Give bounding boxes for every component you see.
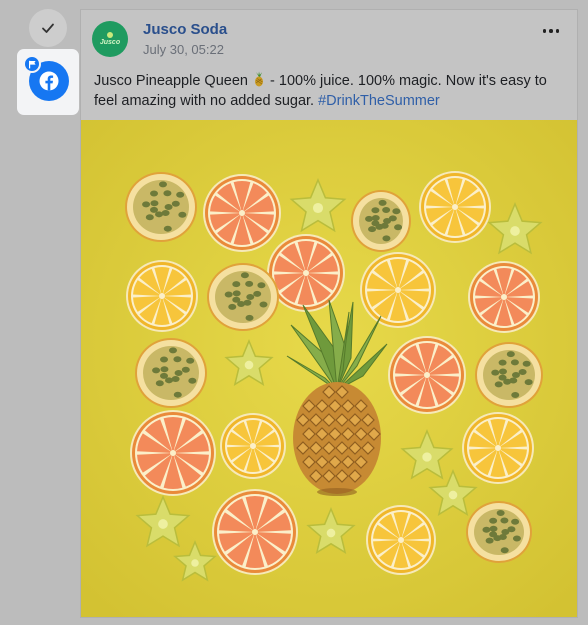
hashtag-link[interactable]: #DrinkTheSummer <box>318 93 440 109</box>
lemon-slice <box>126 260 198 332</box>
avatar-logo-text: Jusco <box>99 38 121 46</box>
passionfruit-slice <box>125 172 197 242</box>
more-dot <box>549 29 553 33</box>
more-options-icon <box>542 29 547 33</box>
lemon-slice <box>419 171 491 243</box>
pineapple-emoji-icon <box>255 71 263 87</box>
post-preview-screen: Jusco Jusco Soda July 30, 05:22 Jusco Pi… <box>0 0 588 625</box>
passionfruit-slice <box>475 342 543 408</box>
orange-slice <box>388 336 466 414</box>
avatar[interactable]: Jusco <box>92 21 128 57</box>
orange-slice <box>468 261 540 333</box>
lemon-slice <box>462 412 534 484</box>
post-image[interactable] <box>81 120 577 617</box>
avatar-logo-mark <box>107 31 113 38</box>
citrus-flatlay-image <box>81 120 577 617</box>
orange-slice <box>203 174 281 252</box>
post-card: Jusco Jusco Soda July 30, 05:22 Jusco Pi… <box>80 9 578 618</box>
caption-text-start: Jusco Pineapple Queen <box>94 73 252 89</box>
lemon-slice <box>360 252 436 328</box>
post-timestamp: July 30, 05:22 <box>143 42 224 57</box>
passionfruit-slice <box>135 338 207 408</box>
facebook-network-tab[interactable] <box>17 49 79 115</box>
flag-icon <box>23 55 41 73</box>
passionfruit-slice <box>466 501 532 563</box>
orange-slice <box>130 410 216 496</box>
passionfruit-slice <box>207 263 279 331</box>
more-options-button[interactable] <box>539 23 563 39</box>
approve-button[interactable] <box>29 9 67 47</box>
lemon-slice <box>366 505 436 575</box>
orange-slice <box>212 489 298 575</box>
passionfruit-slice <box>351 190 411 252</box>
post-caption: Jusco Pineapple Queen - 100% juice. 100%… <box>94 71 570 111</box>
check-icon <box>42 23 54 33</box>
more-dot <box>555 29 560 33</box>
lemon-slice <box>220 413 286 479</box>
author-name[interactable]: Jusco Soda <box>143 21 227 38</box>
